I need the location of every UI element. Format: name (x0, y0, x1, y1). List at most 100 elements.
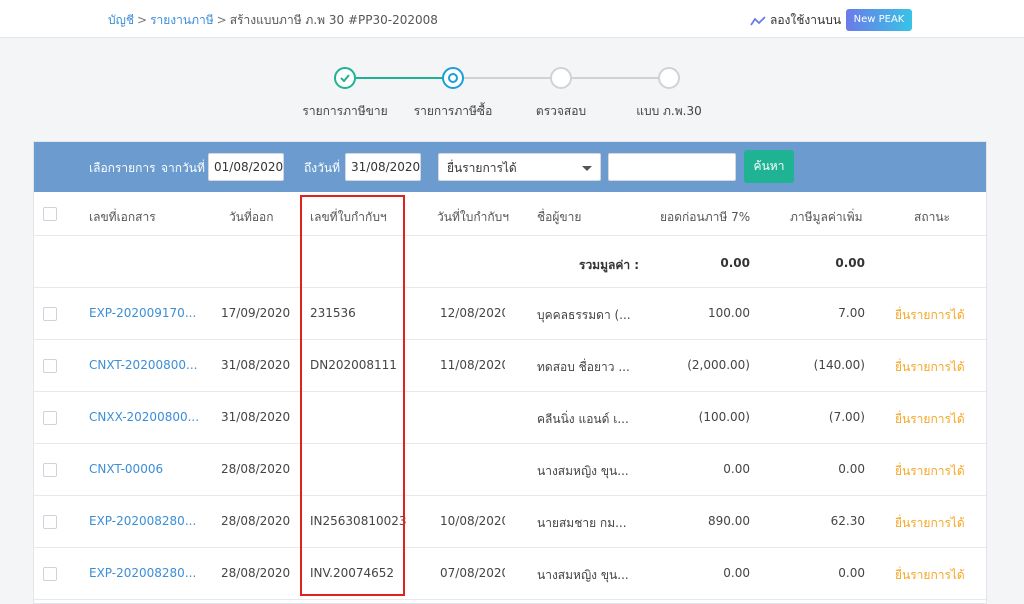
step-connector-done (355, 77, 443, 79)
step-pp30-form[interactable] (658, 67, 680, 89)
from-date-label: จากวันที่ (161, 161, 205, 175)
col-amount-before-tax[interactable]: ยอดก่อนภาษี 7% (660, 208, 750, 227)
issue-date: 28/08/2020 (221, 514, 291, 528)
issue-date: 28/08/2020 (221, 462, 291, 476)
progress-stepper: รายการภาษีขาย รายการภาษีซื้อ ตรวจสอบ แบบ… (0, 58, 1024, 128)
table-row: CNXT-20200800... 31/08/2020 DN202008111 11/… (34, 340, 986, 392)
step-connector (463, 77, 551, 79)
vendor-name: บุคคลธรรมดา (... (537, 308, 631, 322)
top-bar: บัญชี > รายงานภาษี > สร้างแบบภาษี ภ.พ 30 #PP… (0, 0, 1024, 38)
vendor-name: ทดสอบ ชื่อยาว ... (537, 360, 630, 374)
new-peak-badge[interactable]: New PEAK (846, 9, 912, 31)
vendor-name: นางสมหญิง ขุน... (537, 568, 629, 582)
table-row: CNXX-20200800... 31/08/2020 คลีนนิ่ง แอนด์… (34, 392, 986, 444)
summary-row: รวมมูลค่า : 0.00 0.00 (34, 236, 986, 288)
doc-no-link[interactable]: EXP-202009170... (89, 306, 199, 320)
row-checkbox[interactable] (43, 411, 57, 425)
amount-before-tax: 0.00 (723, 566, 750, 580)
vendor-name: นางสมหญิง ขุน... (537, 464, 629, 478)
doc-no-link[interactable]: EXP-202008280... (89, 514, 199, 528)
tax-invoice-date: 12/08/2020 (440, 306, 505, 320)
amount-before-tax: 100.00 (708, 306, 750, 320)
doc-no-link[interactable]: EXP-202008280... (89, 566, 199, 580)
tax-invoice-date: 10/08/2020 (440, 514, 505, 528)
tax-invoice-no: IN25630810023 (310, 514, 407, 528)
row-checkbox[interactable] (43, 567, 57, 581)
step-label: รายการภาษีขาย (302, 104, 388, 118)
summary-label: รวมมูลค่า : (579, 258, 640, 272)
try-label: ลองใช้งานบน (770, 13, 842, 27)
amount-before-tax: 890.00 (708, 514, 750, 528)
row-checkbox[interactable] (43, 463, 57, 477)
tax-invoice-no: INV.20074652 (310, 566, 395, 580)
step-review[interactable] (550, 67, 572, 89)
doc-no-link[interactable]: CNXT-20200800... (89, 358, 199, 372)
step-connector (571, 77, 659, 79)
select-all-checkbox[interactable] (43, 207, 57, 221)
col-vat[interactable]: ภาษีมูลค่าเพิ่ม (790, 208, 863, 227)
row-checkbox[interactable] (43, 515, 57, 529)
breadcrumb-current: สร้างแบบภาษี ภ.พ 30 #PP30-202008 (229, 13, 438, 27)
summary-vat: 0.00 (835, 256, 865, 270)
summary-amount: 0.00 (720, 256, 750, 270)
breadcrumb-separator: > (137, 13, 148, 27)
table-header: เลขที่เอกสาร วันที่ออก เลขที่ใบกำกับฯ วั… (34, 192, 986, 236)
col-tax-invoice-no[interactable]: เลขที่ใบกำกับฯ (310, 208, 387, 227)
tax-invoice-no: DN202008111 (310, 358, 397, 372)
purchase-tax-card: เลือกรายการ จากวันที่ 01/08/2020 ถึงวันท… (33, 141, 987, 604)
vat-amount: 0.00 (838, 566, 865, 580)
step-label: แบบ ภ.พ.30 (636, 104, 702, 118)
status-link[interactable]: ยื่นรายการได้ (895, 566, 975, 585)
trend-line-icon (750, 15, 766, 25)
col-tax-invoice-date[interactable]: วันที่ใบกำกับฯ (437, 208, 509, 227)
amount-before-tax: (2,000.00) (687, 358, 750, 372)
table-row: EXP-202008280... 28/08/2020 INV.20074652 07… (34, 548, 986, 600)
tax-invoice-date: 11/08/2020 (440, 358, 505, 372)
doc-no-link[interactable]: CNXX-20200800... (89, 410, 199, 424)
from-date-input[interactable]: 01/08/2020 (208, 153, 284, 181)
doc-no-link[interactable]: CNXT-00006 (89, 462, 199, 476)
row-checkbox[interactable] (43, 359, 57, 373)
amount-before-tax: (100.00) (698, 410, 750, 424)
vat-amount: (7.00) (828, 410, 865, 424)
vat-amount: 0.00 (838, 462, 865, 476)
vat-amount: 7.00 (838, 306, 865, 320)
step-sales-tax[interactable] (334, 67, 356, 89)
search-input[interactable] (608, 153, 736, 181)
table-row: CNXT-00006 28/08/2020 นางสมหญิง ขุน... 0.00… (34, 444, 986, 496)
col-doc-no[interactable]: เลขที่เอกสาร (89, 208, 156, 227)
to-date-label: ถึงวันที่ (304, 161, 340, 175)
status-link[interactable]: ยื่นรายการได้ (895, 358, 975, 377)
col-vendor[interactable]: ชื่อผู้ขาย (537, 208, 581, 227)
vat-amount: 62.30 (830, 514, 865, 528)
table-row: EXP-202009170... 17/09/2020 231536 12/08/20… (34, 288, 986, 340)
vendor-name: คลีนนิ่ง แอนด์ เ... (537, 412, 629, 426)
step-purchase-tax[interactable] (442, 67, 464, 89)
tax-invoice-date: 07/08/2020 (440, 566, 505, 580)
breadcrumb-tax-reports[interactable]: รายงานภาษี (150, 13, 214, 27)
breadcrumb: บัญชี > รายงานภาษี > สร้างแบบภาษี ภ.พ 30 #PP… (108, 11, 438, 30)
select-items-label: เลือกรายการ (89, 161, 156, 175)
breadcrumb-accounting[interactable]: บัญชี (108, 13, 134, 27)
step-label: ตรวจสอบ (535, 104, 587, 118)
to-date-input[interactable]: 31/08/2020 (345, 153, 421, 181)
search-button[interactable]: ค้นหา (744, 150, 794, 183)
chevron-down-icon (582, 166, 592, 171)
status-link[interactable]: ยื่นรายการได้ (895, 514, 975, 533)
vendor-name: นายสมชาย กม... (537, 516, 627, 530)
issue-date: 31/08/2020 (221, 410, 291, 424)
issue-date: 28/08/2020 (221, 566, 291, 580)
issue-date: 31/08/2020 (221, 358, 291, 372)
row-checkbox[interactable] (43, 307, 57, 321)
vat-amount: (140.00) (813, 358, 865, 372)
table-row: EXP-202008280... 28/08/2020 IN25630810023 1… (34, 496, 986, 548)
step-label: รายการภาษีซื้อ (413, 104, 493, 118)
status-link[interactable]: ยื่นรายการได้ (895, 462, 975, 481)
col-status[interactable]: สถานะ (914, 208, 950, 227)
breadcrumb-separator: > (216, 13, 227, 27)
col-issue-date[interactable]: วันที่ออก (229, 208, 274, 227)
status-link[interactable]: ยื่นรายการได้ (895, 306, 975, 325)
status-link[interactable]: ยื่นรายการได้ (895, 410, 975, 429)
status-select[interactable]: ยื่นรายการได้ (438, 153, 601, 181)
try-new-peak[interactable]: ลองใช้งานบน (750, 11, 841, 30)
